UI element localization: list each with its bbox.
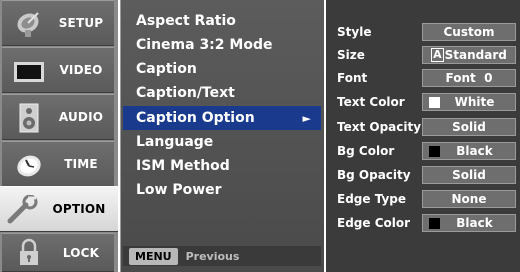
category-video[interactable]: VIDEO bbox=[2, 47, 114, 93]
submenu-arrow-icon: ► bbox=[302, 111, 311, 125]
bg-color-value-field[interactable]: Black bbox=[422, 142, 516, 160]
edge-color-value-field[interactable]: Black bbox=[422, 214, 516, 232]
option-row-edge-color: Edge Color Black bbox=[326, 212, 520, 234]
option-label: Size bbox=[337, 48, 365, 62]
option-label: Bg Opacity bbox=[337, 168, 411, 182]
color-swatch bbox=[429, 145, 440, 157]
option-wrench-icon bbox=[6, 194, 40, 225]
option-label: Style bbox=[337, 25, 372, 39]
category-audio[interactable]: AUDIO bbox=[2, 94, 114, 140]
size-value-text: Standard bbox=[444, 48, 507, 62]
menu-item-label: Caption/Text bbox=[136, 85, 235, 101]
satellite-dish-icon bbox=[12, 9, 46, 39]
option-label: Text Opacity bbox=[337, 120, 422, 134]
speaker-icon bbox=[12, 103, 46, 133]
bg-opacity-value-field[interactable]: Solid bbox=[422, 166, 516, 184]
option-label: Edge Type bbox=[337, 192, 407, 206]
option-label: Edge Color bbox=[337, 216, 411, 230]
tv-menu-screen: SETUP VIDEO AUDIO TIME OPTION LOCK Aspec… bbox=[0, 0, 520, 272]
menu-item-label: Cinema 3:2 Mode bbox=[136, 37, 273, 53]
category-label: OPTION bbox=[52, 202, 106, 216]
caption-options-panel: Style Custom Size A Standard Font Font 0… bbox=[326, 0, 520, 272]
tv-screen-icon bbox=[12, 56, 46, 86]
menu-key-button[interactable]: MENU bbox=[129, 247, 178, 265]
category-sidebar: SETUP VIDEO AUDIO TIME OPTION LOCK bbox=[0, 0, 118, 272]
menu-item-label: Aspect Ratio bbox=[136, 13, 236, 29]
option-label: Text Color bbox=[337, 95, 405, 109]
bg-color-value-text: Black bbox=[456, 144, 493, 158]
category-option[interactable]: OPTION bbox=[0, 186, 118, 232]
menu-item-caption[interactable]: Caption bbox=[123, 57, 321, 81]
edge-color-value-text: Black bbox=[456, 216, 493, 230]
menu-item-label: ISM Method bbox=[136, 158, 230, 174]
category-label: AUDIO bbox=[58, 110, 104, 124]
option-row-style: Style Custom bbox=[326, 21, 520, 43]
menu-item-low-power[interactable]: Low Power bbox=[123, 178, 321, 202]
padlock-icon bbox=[12, 238, 46, 268]
color-swatch bbox=[429, 217, 440, 229]
category-time[interactable]: TIME bbox=[2, 141, 114, 187]
navigation-hint-bar: MENU Previous bbox=[123, 246, 321, 266]
edge-type-value-field[interactable]: None bbox=[422, 190, 516, 208]
option-row-edge-type: Edge Type None bbox=[326, 188, 520, 210]
menu-item-label: Caption bbox=[136, 61, 197, 77]
menu-item-ism-method[interactable]: ISM Method bbox=[123, 154, 321, 178]
text-opacity-value-field[interactable]: Solid bbox=[422, 118, 516, 136]
menu-item-label: Language bbox=[136, 134, 214, 150]
previous-hint: Previous bbox=[185, 249, 240, 263]
color-swatch bbox=[429, 96, 440, 108]
option-row-text-color: Text Color White bbox=[326, 91, 520, 113]
option-label: Bg Color bbox=[337, 144, 395, 158]
category-setup[interactable]: SETUP bbox=[2, 0, 114, 46]
category-label: TIME bbox=[64, 157, 98, 171]
menu-item-label: Caption Option bbox=[136, 110, 255, 126]
category-label: VIDEO bbox=[59, 63, 103, 77]
option-row-size: Size A Standard bbox=[326, 44, 520, 66]
option-row-bg-opacity: Bg Opacity Solid bbox=[326, 164, 520, 186]
size-a-icon: A bbox=[431, 48, 444, 62]
menu-item-cinema-3-2-mode[interactable]: Cinema 3:2 Mode bbox=[123, 33, 321, 57]
category-label: LOCK bbox=[62, 245, 100, 260]
text-color-value-text: White bbox=[454, 95, 495, 109]
option-menu-panel: Aspect Ratio Cinema 3:2 Mode Caption Cap… bbox=[120, 0, 324, 272]
menu-item-language[interactable]: Language bbox=[123, 130, 321, 154]
option-row-text-opacity: Text Opacity Solid bbox=[326, 116, 520, 138]
text-color-value-field[interactable]: White bbox=[422, 93, 516, 111]
option-row-bg-color: Bg Color Black bbox=[326, 140, 520, 162]
category-label: SETUP bbox=[58, 16, 104, 30]
menu-item-caption-option[interactable]: Caption Option ► bbox=[123, 106, 321, 130]
category-lock[interactable]: LOCK bbox=[2, 233, 114, 272]
option-row-font: Font Font 0 bbox=[326, 67, 520, 89]
style-value-field[interactable]: Custom bbox=[422, 23, 516, 41]
option-label: Font bbox=[337, 71, 368, 85]
menu-item-label: Low Power bbox=[136, 182, 222, 198]
font-value-field[interactable]: Font 0 bbox=[422, 69, 516, 87]
menu-item-caption-text[interactable]: Caption/Text bbox=[123, 81, 321, 105]
clock-icon bbox=[12, 150, 46, 180]
menu-item-aspect-ratio[interactable]: Aspect Ratio bbox=[123, 9, 321, 33]
size-value-field[interactable]: A Standard bbox=[422, 46, 516, 64]
